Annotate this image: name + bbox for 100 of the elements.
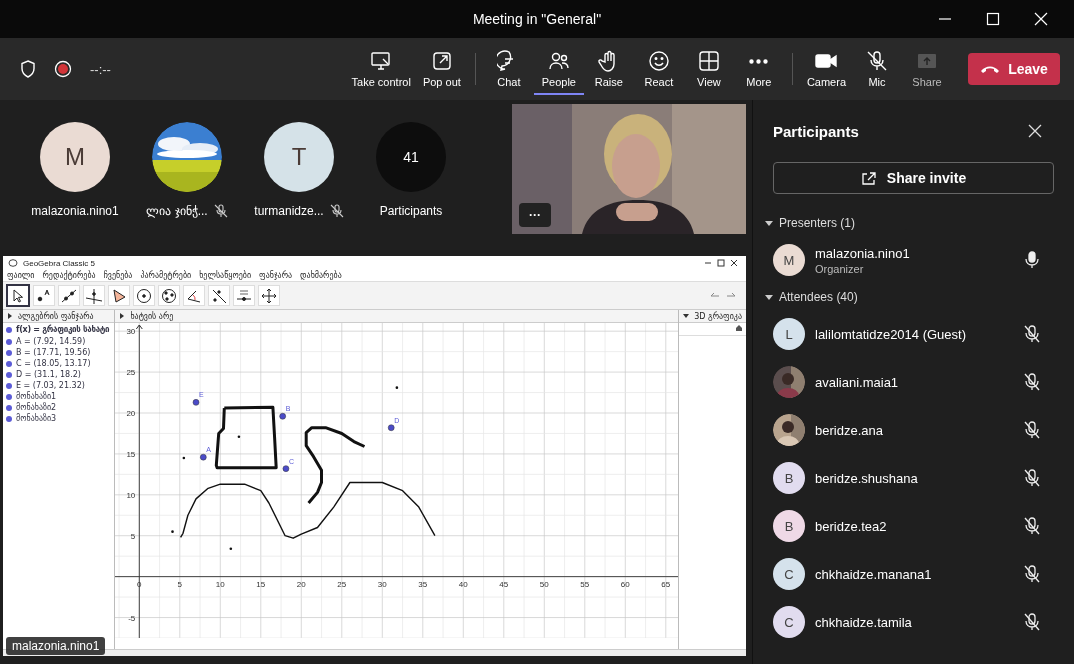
algebra-entry[interactable]: D = (31.1, 18.2) [16, 370, 81, 379]
leave-button[interactable]: Leave [968, 53, 1060, 85]
point-marker[interactable] [388, 424, 395, 431]
undo-icon[interactable] [709, 291, 721, 300]
toolbar-button[interactable]: People [533, 43, 584, 95]
app-icon [8, 258, 18, 268]
y-tick-label: -5 [128, 613, 136, 623]
point-marker[interactable] [171, 530, 175, 533]
caret-icon [765, 293, 773, 301]
participant-name: chkhaidze.tamila [815, 614, 913, 630]
x-tick-label: 50 [540, 579, 550, 589]
menu-item[interactable]: ჩვენება [103, 271, 133, 280]
x-tick-label: 15 [256, 579, 266, 589]
x-tick-label: 45 [499, 579, 509, 589]
visibility-dot-icon[interactable] [6, 338, 12, 345]
expand-icon[interactable] [119, 313, 126, 319]
move-tool-icon [260, 287, 278, 304]
visibility-dot-icon[interactable] [6, 415, 12, 422]
avatar: C [773, 606, 805, 638]
slider-tool-icon [235, 287, 253, 304]
group-header[interactable]: Presenters (1) [759, 210, 1054, 236]
point-marker[interactable] [182, 456, 186, 460]
toolbar-button[interactable]: Pop out [416, 43, 467, 95]
algebra-entry[interactable]: f(x) = გრაფიკის სახატი [16, 325, 110, 334]
x-tick-label: 0 [137, 579, 142, 589]
participant-count[interactable]: 41 [376, 122, 446, 192]
algebra-entry[interactable]: A = (7.92, 14.59) [16, 337, 86, 346]
visibility-dot-icon[interactable] [6, 326, 12, 333]
panel-title: Participants [773, 122, 859, 140]
visibility-dot-icon[interactable] [6, 349, 12, 356]
visibility-dot-icon[interactable] [6, 393, 12, 400]
y-tick-label: 5 [131, 531, 136, 541]
point-marker[interactable] [279, 413, 287, 420]
circle-tool-icon [135, 287, 153, 304]
share-invite-button[interactable]: Share invite [773, 162, 1054, 194]
visibility-dot-icon[interactable] [6, 382, 12, 389]
toolbar-button[interactable]: Camera [800, 43, 852, 95]
visibility-dot-icon[interactable] [6, 404, 12, 411]
toolbar-button[interactable]: Raise [583, 43, 634, 95]
menu-item[interactable]: ფანჯარა [259, 271, 293, 280]
participant-name: beridze.tea2 [815, 518, 888, 534]
pane-title: ალგებრის ფანჯარა [18, 311, 94, 321]
more-icon [749, 58, 769, 64]
line-tool-icon [60, 287, 78, 304]
x-tick-label: 55 [580, 579, 590, 589]
participant-name: ლია ჯინჭ... [146, 204, 208, 218]
y-tick-label: 15 [126, 449, 136, 459]
algebra-entry[interactable]: მონახაზი1 [16, 392, 57, 401]
freehand-sketch-drawing[interactable] [215, 405, 366, 504]
algebra-entry[interactable]: B = (17.71, 19.56) [16, 348, 91, 357]
pane-title: ხატვის არე [130, 311, 174, 321]
point-marker[interactable] [193, 399, 200, 406]
menu-item[interactable]: დახმარება [300, 271, 342, 280]
toolbar-button[interactable]: More [733, 43, 784, 95]
participant-name: chkhaidze.manana1 [815, 566, 933, 582]
x-tick-label: 5 [177, 579, 183, 589]
point-marker[interactable] [283, 465, 290, 472]
recording-icon [54, 60, 72, 78]
toolbar-button[interactable]: Take control [345, 43, 417, 95]
collapse-icon[interactable] [683, 313, 690, 319]
participant-name: Participants [379, 204, 443, 218]
toolbar-button[interactable]: View [683, 43, 734, 95]
reflect-tool-icon [210, 287, 228, 304]
close-icon[interactable] [730, 259, 738, 267]
menu-item[interactable]: ფაილი [7, 271, 35, 280]
pane-title: 3D გრაფიკა [694, 311, 742, 321]
point-marker[interactable] [238, 435, 241, 439]
toolbar-button[interactable]: React [633, 43, 684, 95]
algebra-entry[interactable]: C = (18.05, 13.17) [16, 359, 91, 368]
menu-item[interactable]: ხელსაწყოები [199, 271, 252, 280]
avatar: M [40, 122, 110, 192]
toolbar-button[interactable]: Chat [483, 43, 534, 95]
toolbar-button[interactable]: Mic [852, 43, 902, 95]
y-tick-label: 25 [126, 368, 136, 378]
avatar: B [773, 462, 805, 494]
visibility-dot-icon[interactable] [6, 371, 12, 378]
algebra-entry[interactable]: მონახაზი3 [16, 414, 57, 423]
curve-line[interactable] [180, 481, 436, 539]
algebra-entry[interactable]: E = (7.03, 21.32) [16, 381, 85, 390]
algebra-entry[interactable]: მონახაზი2 [16, 403, 57, 412]
app-title: GeoGebra Classic 5 [23, 258, 96, 268]
grid-icon [696, 49, 721, 72]
expand-icon[interactable] [7, 313, 13, 319]
x-tick-label: 65 [661, 579, 671, 589]
redo-icon[interactable] [725, 291, 737, 300]
shield-icon[interactable] [20, 60, 36, 78]
tool-button[interactable] [6, 284, 30, 307]
point-marker[interactable] [229, 547, 233, 551]
menu-item[interactable]: რედაქტირება [42, 271, 96, 280]
point-marker[interactable] [395, 386, 399, 389]
polygon-tool-icon [110, 287, 128, 304]
group-header[interactable]: Attendees (40) [759, 284, 1054, 310]
point-marker[interactable] [200, 453, 207, 461]
more-button[interactable]: ··· [519, 203, 551, 227]
x-tick-label: 35 [418, 579, 428, 589]
visibility-dot-icon[interactable] [6, 360, 12, 367]
menu-item[interactable]: პარამეტრები [140, 271, 192, 280]
participant-name: malazonia.nino1 [815, 245, 911, 261]
participant-role: Organizer [815, 262, 865, 275]
participant-name: lalilomtatidze2014 (Guest) [815, 326, 968, 342]
